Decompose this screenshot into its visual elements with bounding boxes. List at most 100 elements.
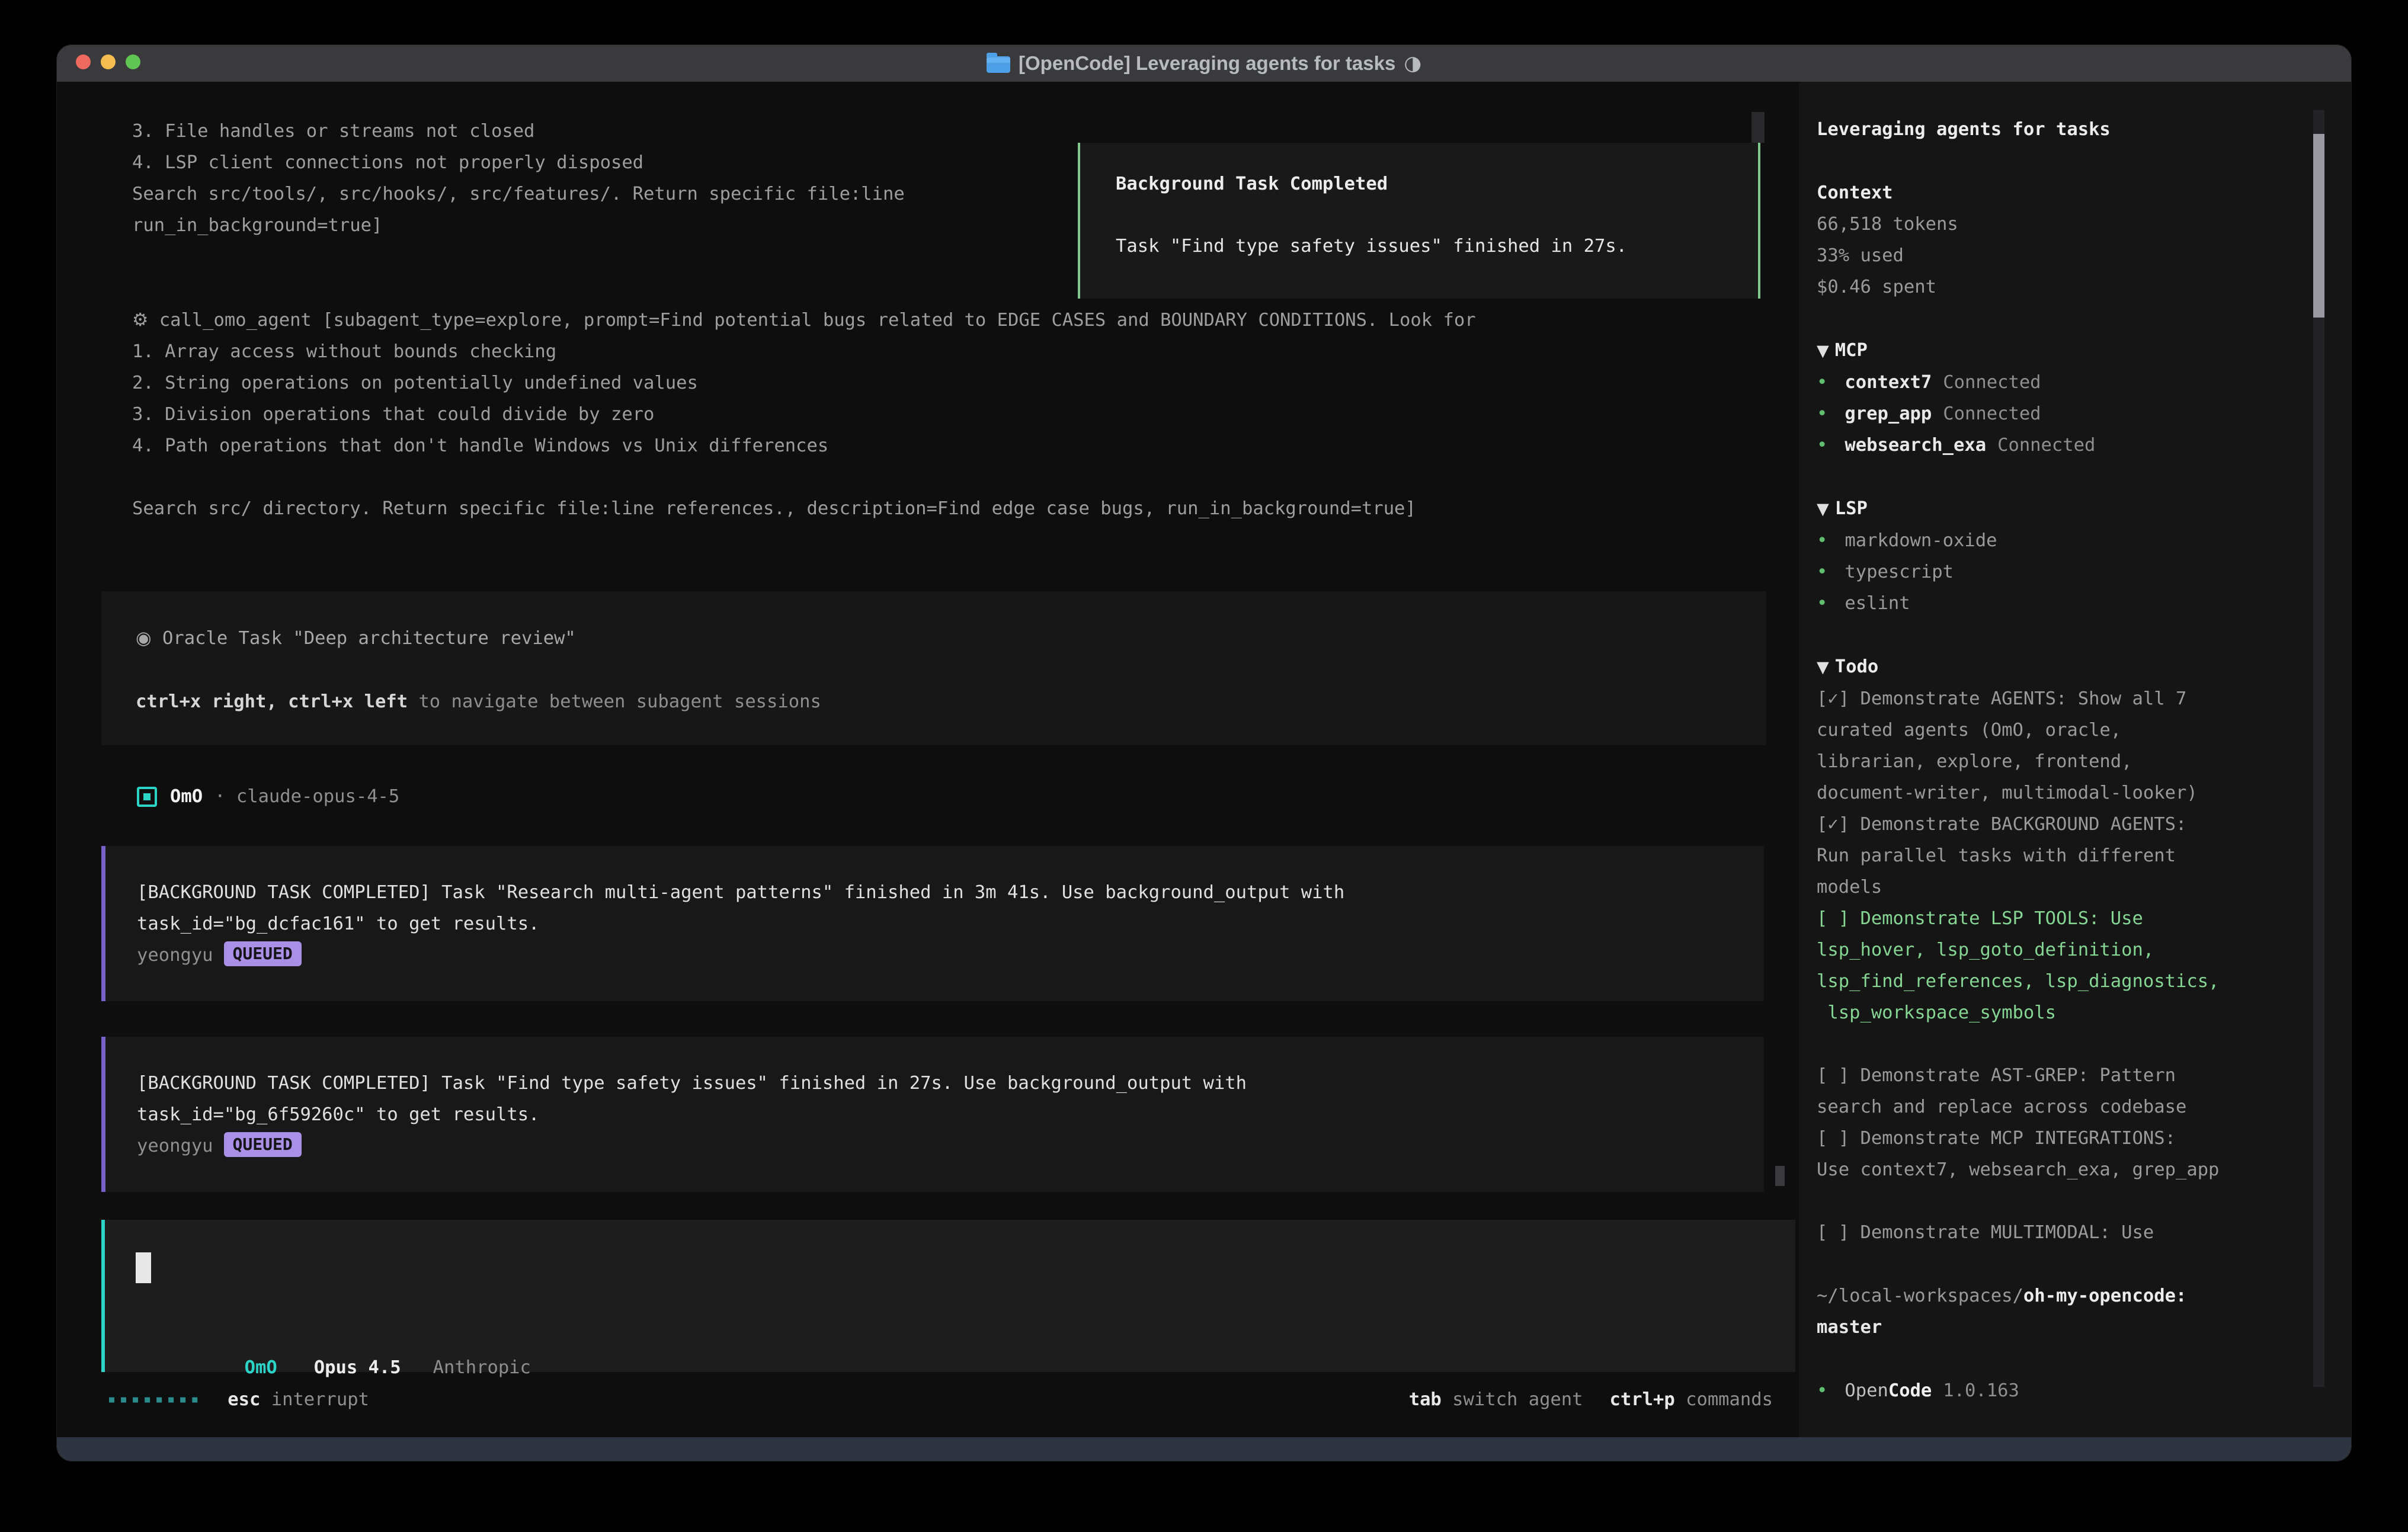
version-row: •OpenCode1.0.163	[1817, 1375, 2351, 1406]
message-text-line: [BACKGROUND TASK COMPLETED] Task "Find t…	[137, 1068, 1764, 1099]
prompt-input[interactable]: OmOOpus 4.5Anthropic	[101, 1220, 1795, 1372]
mcp-section-header[interactable]: ▼ MCP	[1817, 335, 2351, 367]
folder-icon	[987, 56, 1010, 73]
window-title-text: [OpenCode] Leveraging agents for tasks	[1019, 52, 1395, 75]
half-circle-status-icon: ◑	[1404, 52, 1421, 75]
scrollback-line: 3. File handles or streams not closed	[132, 116, 905, 147]
toast-body: Task "Find type safety issues" finished …	[1116, 230, 1758, 262]
lsp-section: ▼ LSP •markdown-oxide •typescript •eslint	[1817, 493, 2351, 619]
mcp-item: •grep_appConnected	[1817, 398, 2351, 430]
close-button[interactable]	[76, 55, 91, 69]
app-version: 1.0.163	[1943, 1380, 2019, 1401]
esc-key-hint: esc	[228, 1384, 260, 1415]
chat-scrollbar-thumb[interactable]	[1751, 112, 1765, 143]
app-name: Open	[1845, 1380, 1888, 1401]
context-used: 33% used	[1817, 240, 2351, 271]
sidebar-scrollbar-track[interactable]	[2313, 110, 2324, 1387]
agent-name: OmO	[170, 786, 203, 807]
lsp-item: •typescript	[1817, 556, 2351, 588]
status-dot-icon: •	[1817, 435, 1827, 456]
message-text-line: [BACKGROUND TASK COMPLETED] Task "Resear…	[137, 877, 1764, 908]
workspace-repo: oh-my-opencode:	[2023, 1286, 2186, 1306]
message-text-line: task_id="bg_dcfac161" to get results.	[137, 908, 1764, 940]
oracle-task-title: Oracle Task "Deep architecture review"	[162, 628, 576, 649]
ctrlp-key-label: commands	[1686, 1384, 1773, 1415]
oracle-task-box: ◉ Oracle Task "Deep architecture review"…	[101, 591, 1766, 745]
sidebar-scrollbar-thumb[interactable]	[2313, 134, 2324, 318]
mcp-heading: MCP	[1835, 340, 1868, 361]
queued-status-badge: QUEUED	[224, 1132, 302, 1157]
context-tokens: 66,518 tokens	[1817, 209, 2351, 240]
todo-section: ▼Todo [✓] Demonstrate AGENTS: Show all 7…	[1817, 651, 2351, 1248]
input-model-row: OmOOpus 4.5Anthropic	[136, 1321, 531, 1352]
chat-main-area: 3. File handles or streams not closed 4.…	[57, 82, 1799, 1437]
scrollback-line: Search src/tools/, src/hooks/, src/featu…	[132, 178, 905, 210]
context-heading: Context	[1817, 182, 1893, 203]
background-task-toast: Background Task Completed Task "Find typ…	[1078, 143, 1760, 299]
tool-call-item: 3. Division operations that could divide…	[132, 399, 1476, 430]
opencode-terminal-window: [OpenCode] Leveraging agents for tasks ◑…	[56, 44, 2352, 1462]
todo-item-pending: [ ] Demonstrate MCP INTEGRATIONS: Use co…	[1817, 1123, 2351, 1185]
gear-icon: ⚙	[132, 310, 148, 331]
separator: ·	[214, 786, 225, 807]
tab-key-label: switch agent	[1452, 1384, 1583, 1415]
zoom-button[interactable]	[126, 55, 140, 69]
omo-agent-icon	[137, 787, 157, 807]
todo-item-active: [ ] Demonstrate LSP TOOLS: Use lsp_hover…	[1817, 903, 2351, 1028]
status-bar: ■■■■■■■■ esc interrupt tab switch agent …	[109, 1384, 1773, 1415]
todo-item-pending: [ ] Demonstrate MULTIMODAL: Use	[1817, 1217, 2351, 1248]
mcp-item: •context7Connected	[1817, 367, 2351, 398]
chevron-down-icon: ▼	[1817, 500, 1829, 518]
lsp-item: •markdown-oxide	[1817, 525, 2351, 556]
todo-item-pending: [ ] Demonstrate AST-GREP: Pattern search…	[1817, 1060, 2351, 1123]
oracle-hint-text: to navigate between subagent sessions	[408, 691, 821, 712]
input-agent-name: OmO	[245, 1357, 277, 1378]
tool-call-item: 1. Array access without bounds checking	[132, 336, 1476, 367]
session-title: Leveraging agents for tasks	[1817, 114, 2351, 145]
tool-call-item: 4. Path operations that don't handle Win…	[132, 430, 1476, 461]
lsp-heading: LSP	[1835, 498, 1868, 519]
context-section: Context 66,518 tokens 33% used $0.46 spe…	[1817, 177, 2351, 303]
scrollback-line: run_in_background=true]	[132, 210, 905, 241]
chat-scrollback: 3. File handles or streams not closed 4.…	[132, 116, 905, 241]
chevron-down-icon: ▼	[1817, 342, 1829, 360]
background-task-message: [BACKGROUND TASK COMPLETED] Task "Resear…	[101, 846, 1764, 1001]
workspace-info: ~/local-workspaces/oh-my-opencode: maste…	[1817, 1280, 2351, 1343]
chevron-down-icon: ▼	[1817, 658, 1829, 677]
todo-section-header[interactable]: ▼Todo	[1817, 651, 2351, 683]
agent-session-header: OmO · claude-opus-4-5	[137, 781, 399, 812]
window-footer-bar	[57, 1437, 2351, 1461]
mcp-section: ▼ MCP •context7Connected •grep_appConnect…	[1817, 335, 2351, 461]
text-cursor	[136, 1252, 151, 1283]
session-sidebar: Leveraging agents for tasks Context 66,5…	[1799, 82, 2351, 1437]
agent-model: claude-opus-4-5	[236, 786, 399, 807]
tool-call-block: ⚙ call_omo_agent [subagent_type=explore,…	[132, 305, 1476, 524]
message-text-line: task_id="bg_6f59260c" to get results.	[137, 1099, 1764, 1130]
lsp-item: •eslint	[1817, 588, 2351, 619]
tab-key-hint: tab	[1409, 1384, 1442, 1415]
workspace-branch: master	[1817, 1312, 2351, 1343]
chat-scrollbar-thumb-small[interactable]	[1775, 1166, 1785, 1186]
toast-title: Background Task Completed	[1116, 168, 1758, 200]
message-author: yeongyu	[137, 945, 213, 966]
fisheye-icon: ◉	[136, 628, 152, 649]
esc-key-label: interrupt	[271, 1384, 369, 1415]
status-dot-icon: •	[1817, 1380, 1827, 1401]
tool-call-head: call_omo_agent [subagent_type=explore, p…	[159, 310, 1476, 331]
todo-item-done: [✓] Demonstrate AGENTS: Show all 7 curat…	[1817, 683, 2351, 809]
traffic-lights	[76, 55, 140, 69]
tool-call-item: 2. String operations on potentially unde…	[132, 367, 1476, 399]
input-provider-name: Anthropic	[433, 1357, 531, 1378]
minimize-button[interactable]	[101, 55, 116, 69]
todo-item-done: [✓] Demonstrate BACKGROUND AGENTS: Run p…	[1817, 809, 2351, 903]
background-task-message: [BACKGROUND TASK COMPLETED] Task "Find t…	[101, 1037, 1764, 1192]
workspace-path: ~/local-workspaces/	[1817, 1286, 2023, 1306]
status-dot-icon: •	[1817, 530, 1827, 551]
status-dot-icon: •	[1817, 372, 1827, 393]
queued-status-badge: QUEUED	[224, 941, 302, 966]
spinner-dots: ■■■■■■■■	[109, 1384, 204, 1415]
lsp-section-header[interactable]: ▼ LSP	[1817, 493, 2351, 525]
screen: [OpenCode] Leveraging agents for tasks ◑…	[0, 0, 2408, 1532]
tool-call-tail: Search src/ directory. Return specific f…	[132, 493, 1476, 524]
scrollback-line: 4. LSP client connections not properly d…	[132, 147, 905, 178]
